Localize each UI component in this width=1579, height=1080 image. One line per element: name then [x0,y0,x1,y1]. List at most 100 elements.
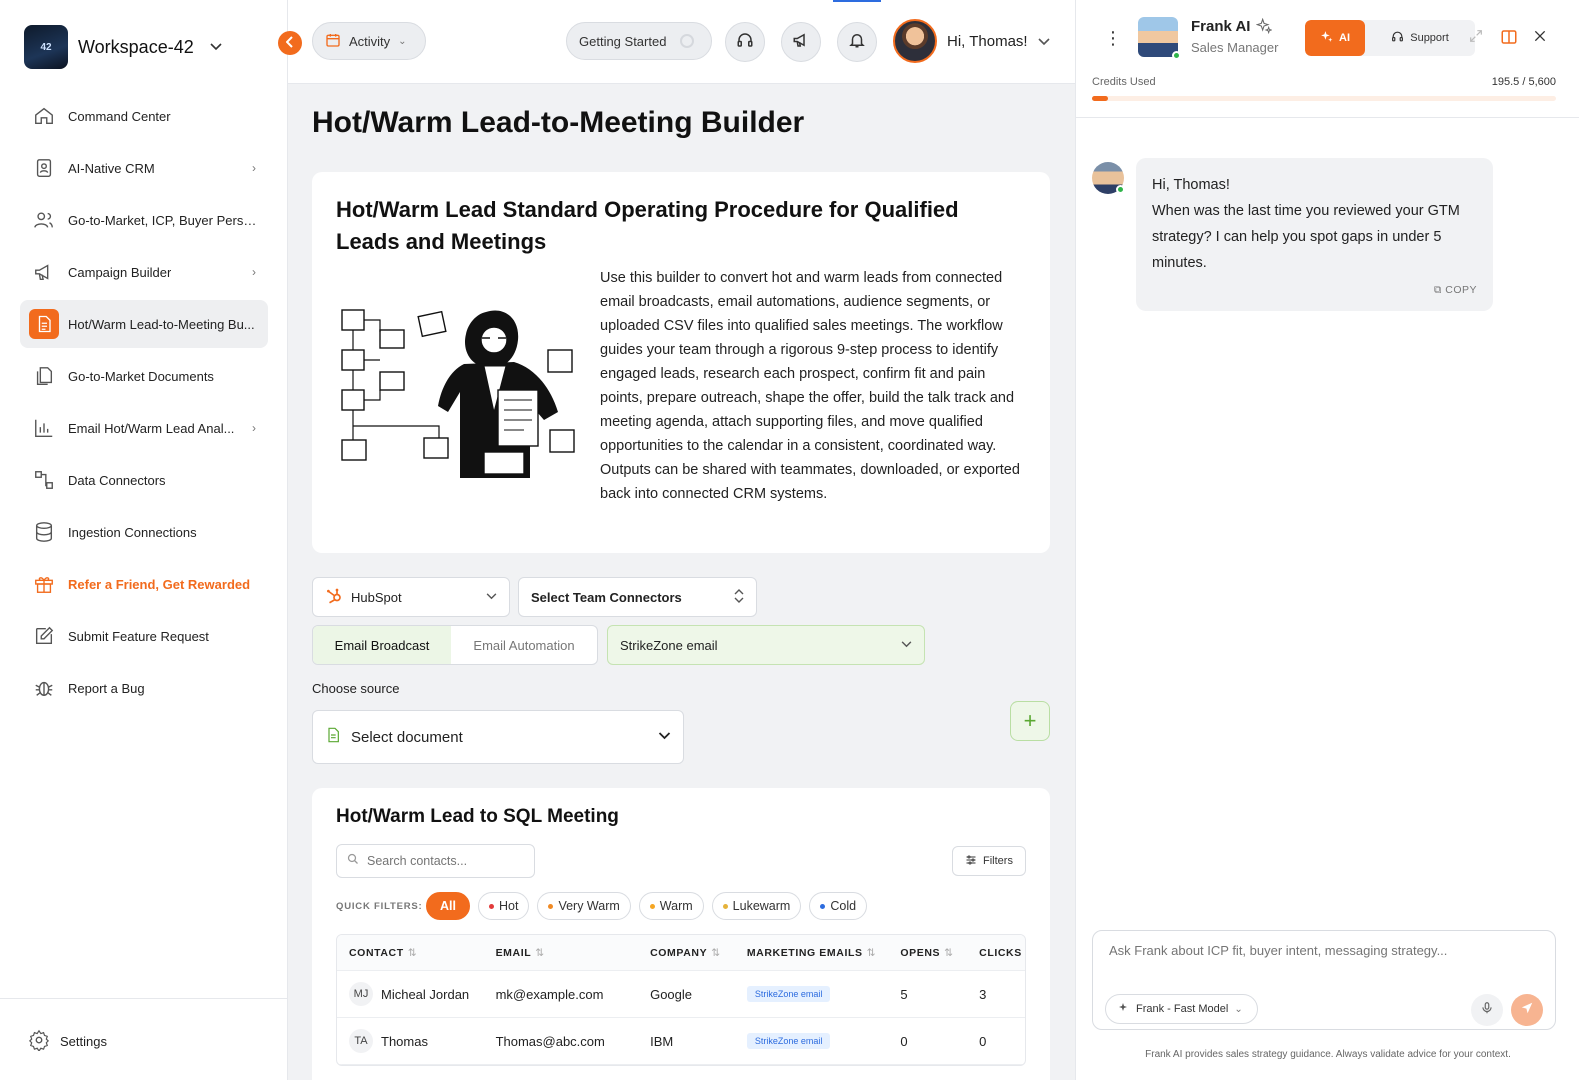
announcements-button[interactable] [781,22,821,62]
cell-company: IBM [650,1033,674,1049]
avatar [1138,17,1178,57]
sort-icon: ⇅ [535,946,545,959]
search-input[interactable] [367,854,527,868]
column-label: CLICKS [979,946,1022,959]
megaphone-icon [792,31,810,54]
user-menu[interactable]: Hi, Thomas! [893,19,1050,63]
activity-dropdown[interactable]: Activity ⌄ [312,22,426,60]
sidebar-item-label: AI-Native CRM [68,160,155,176]
contacts-icon [32,156,56,180]
column-header-company[interactable]: COMPANY ⇅ [638,947,735,959]
microphone-button[interactable] [1471,994,1503,1026]
copy-button[interactable]: ⧉ COPY [1434,284,1477,297]
sidebar-item-ingestion-connections[interactable]: Ingestion Connections [20,508,268,556]
cell-opens: 5 [900,986,908,1002]
sidebar-item-campaign-builder[interactable]: Campaign Builder › [20,248,268,296]
panel-header: ⋮ Frank AI Sales Manager AI Support Cred… [1076,0,1579,118]
sidebar-item-label: Report a Bug [68,680,145,696]
table-title: Hot/Warm Lead to SQL Meeting [336,806,619,827]
sidebar-item-gtm-icp[interactable]: Go-to-Market, ICP, Buyer Perso... [20,196,268,244]
more-options-icon[interactable]: ⋮ [1104,28,1122,49]
quick-filter-chips: All Hot Very Warm Warm Lukewarm Cold [426,892,868,920]
send-icon [1520,1001,1534,1020]
chevron-right-icon: › [252,161,256,175]
home-icon [32,104,56,128]
workspace-logo-text: 42 [40,41,52,53]
filter-chip-warm[interactable]: Warm [638,892,704,920]
sidebar-item-command-center[interactable]: Command Center [20,92,268,140]
document-select[interactable]: Select document [312,710,684,764]
cell-email: mk@example.com [495,986,604,1002]
column-header-clicks[interactable]: CLICKS [967,947,1025,959]
column-header-email[interactable]: EMAIL ⇅ [484,947,639,959]
message-composer: Frank - Fast Model ⌄ [1092,930,1556,1030]
mode-ai-label: AI [1339,32,1350,44]
calendar-icon [325,32,341,51]
column-header-opens[interactable]: OPENS ⇅ [888,947,967,959]
online-status-icon [1116,185,1125,194]
team-connectors-select[interactable]: Select Team Connectors [518,577,757,617]
sidebar-item-label: Email Hot/Warm Lead Anal... [68,420,235,436]
table-row[interactable]: TA Thomas Thomas@abc.com IBM StrikeZone e… [337,1018,1025,1065]
file-icon [325,726,341,748]
chat-input[interactable] [1109,943,1539,958]
chip-label: Lukewarm [732,899,791,913]
sidebar-item-label: Campaign Builder [68,264,172,280]
tab-email-automation[interactable]: Email Automation [451,626,597,664]
model-selector[interactable]: Frank - Fast Model ⌄ [1105,994,1258,1024]
sop-card: Hot/Warm Lead Standard Operating Procedu… [312,172,1050,553]
chevron-left-icon [285,35,294,51]
user-greeting: Hi, Thomas! [947,32,1028,50]
filter-chip-hot[interactable]: Hot [477,892,530,920]
sidebar-item-feature-request[interactable]: Submit Feature Request [20,612,268,660]
mode-ai-button[interactable]: AI [1305,20,1365,56]
column-label: OPENS [900,946,941,959]
sidebar-item-refer-a-friend[interactable]: Refer a Friend, Get Rewarded [20,560,268,608]
getting-started-button[interactable]: Getting Started [566,22,712,60]
expand-icon[interactable] [1468,28,1484,49]
sidebar-item-report-bug[interactable]: Report a Bug [20,664,268,712]
headset-icon [736,31,754,54]
mode-support-button[interactable]: Support [1365,20,1475,56]
send-button[interactable] [1511,994,1543,1026]
add-source-button[interactable]: + [1010,701,1050,741]
sidebar-item-label: Go-to-Market Documents [68,368,214,384]
column-header-marketing-emails[interactable]: MARKETING EMAILS ⇅ [735,947,889,959]
leads-table: CONTACT ⇅ EMAIL ⇅ COMPANY ⇅ MARKETING EMAIL… [336,934,1026,1066]
email-source-select[interactable]: StrikeZone email [607,625,925,665]
sidebar-item-gtm-documents[interactable]: Go-to-Market Documents [20,352,268,400]
sidebar-item-label: Go-to-Market, ICP, Buyer Perso... [68,212,260,228]
bug-icon [32,676,56,700]
collapse-sidebar-button[interactable] [278,31,302,55]
sparkle-icon [1255,17,1273,37]
sidebar-item-data-connectors[interactable]: Data Connectors [20,456,268,504]
notifications-button[interactable] [837,22,877,62]
tab-email-broadcast[interactable]: Email Broadcast [313,626,451,664]
sidebar-item-lead-to-meeting[interactable]: Hot/Warm Lead-to-Meeting Bu... [20,300,268,348]
filter-chip-all[interactable]: All [426,892,470,920]
sidebar-item-email-analysis[interactable]: Email Hot/Warm Lead Anal... › [20,404,268,452]
table-header-row: CONTACT ⇅ EMAIL ⇅ COMPANY ⇅ MARKETING EMAIL… [337,935,1025,971]
crm-select[interactable]: HubSpot [312,577,510,617]
column-label: MARKETING EMAILS [746,946,863,959]
quick-filters-label: QUICK FILTERS: [336,901,423,912]
split-view-icon[interactable] [1500,28,1518,51]
document-select-value: Select document [351,728,463,746]
filters-button[interactable]: Filters [952,846,1026,876]
support-headset-button[interactable] [725,22,765,62]
settings-link[interactable]: Settings [28,1029,107,1054]
bell-icon [848,31,866,54]
filter-chip-very-warm[interactable]: Very Warm [537,892,631,920]
column-header-contact[interactable]: CONTACT ⇅ [337,947,484,959]
avatar: MJ [349,982,373,1006]
sidebar-item-ai-native-crm[interactable]: AI-Native CRM › [20,144,268,192]
getting-started-label: Getting Started [579,33,667,49]
close-icon[interactable] [1532,28,1548,49]
chevron-right-icon: › [252,265,256,279]
table-row[interactable]: MJ Micheal Jordan mk@example.com Google S… [337,971,1025,1018]
users-icon [32,208,56,232]
filter-chip-lukewarm[interactable]: Lukewarm [711,892,802,920]
message-body: When was the last time you reviewed your… [1152,203,1460,271]
filter-chip-cold[interactable]: Cold [809,892,868,920]
workspace-switcher[interactable]: 42 Workspace-42 [24,25,222,69]
